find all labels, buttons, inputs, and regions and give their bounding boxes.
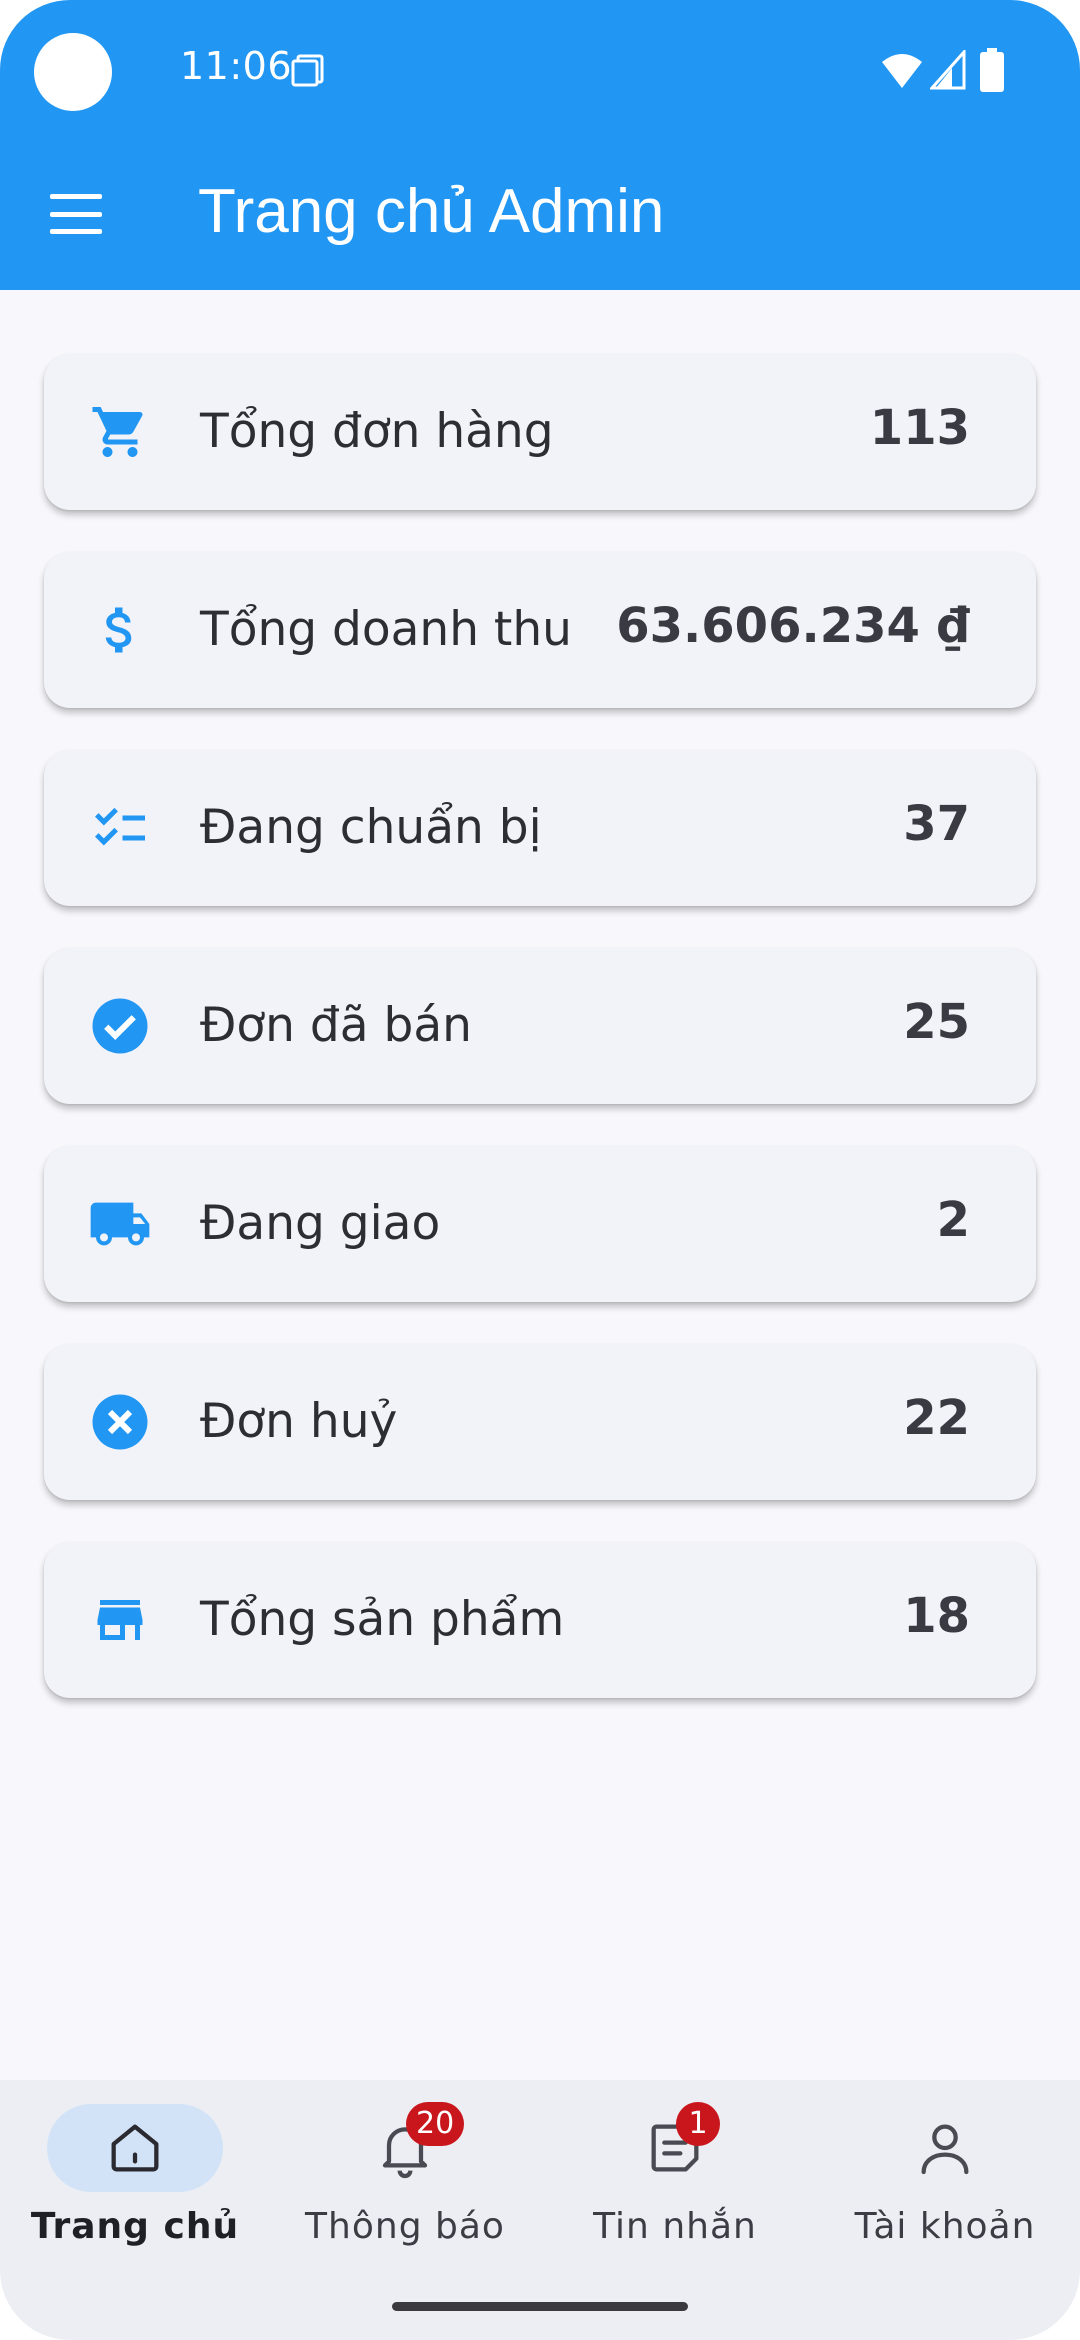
stat-label: Tổng sản phẩm <box>200 1592 565 1647</box>
dollar-icon <box>88 598 152 662</box>
signal-icon <box>930 50 966 90</box>
delivery-truck-icon <box>88 1192 152 1256</box>
nav-icon-container <box>587 2104 763 2192</box>
nav-item-account[interactable]: Tài khoản <box>810 2080 1080 2340</box>
home-indicator-bar[interactable] <box>392 2302 688 2311</box>
stat-card-total-orders[interactable]: Tổng đơn hàng 113 <box>44 354 1036 510</box>
stat-card-total-revenue[interactable]: Tổng doanh thu 63.606.234 ₫ <box>44 552 1036 708</box>
stat-label: Đang giao <box>200 1196 441 1251</box>
stat-card-cancelled[interactable]: Đơn huỷ 22 <box>44 1344 1036 1500</box>
app-screen: 11:06 Trang chủ Admin Tổng đơn hàng 113 … <box>0 0 1080 2340</box>
stat-value: 113 <box>869 400 970 456</box>
stat-label: Đơn đã bán <box>200 998 472 1053</box>
battery-icon <box>980 48 1004 92</box>
nav-icon-container <box>317 2104 493 2192</box>
page-title: Trang chủ Admin <box>198 177 665 246</box>
nav-item-messages[interactable]: 1 Tin nhắn <box>540 2080 810 2340</box>
bottom-navigation: Trang chủ 20 Thông báo 1 Tin nhắn Tài kh… <box>0 2080 1080 2340</box>
stats-list: Tổng đơn hàng 113 Tổng doanh thu 63.606.… <box>44 354 1036 1740</box>
stat-value: 63.606.234 ₫ <box>616 598 970 654</box>
app-bar: 11:06 Trang chủ Admin <box>0 0 1080 290</box>
wifi-icon <box>882 54 922 88</box>
camera-cutout <box>34 33 112 111</box>
stat-card-delivering[interactable]: Đang giao 2 <box>44 1146 1036 1302</box>
stat-value: 37 <box>903 796 970 852</box>
stat-value: 25 <box>903 994 970 1050</box>
nav-label: Tài khoản <box>854 2206 1036 2247</box>
nav-item-notifications[interactable]: 20 Thông báo <box>270 2080 540 2340</box>
nav-icon-container <box>857 2104 1033 2192</box>
store-icon <box>88 1588 152 1652</box>
shopping-cart-icon <box>88 400 152 464</box>
nav-label: Tin nhắn <box>593 2206 757 2247</box>
stat-card-preparing[interactable]: Đang chuẩn bị 37 <box>44 750 1036 906</box>
checklist-icon <box>88 796 152 860</box>
menu-icon-line <box>50 229 102 234</box>
stat-value: 2 <box>936 1192 970 1248</box>
stat-value: 18 <box>903 1588 970 1644</box>
stat-label: Đơn huỷ <box>200 1394 398 1449</box>
stat-label: Tổng đơn hàng <box>200 404 554 459</box>
stat-card-sold[interactable]: Đơn đã bán 25 <box>44 948 1036 1104</box>
stat-value: 22 <box>903 1390 970 1446</box>
check-circle-icon <box>88 994 152 1058</box>
stat-card-total-products[interactable]: Tổng sản phẩm 18 <box>44 1542 1036 1698</box>
menu-button[interactable] <box>44 188 108 240</box>
cancel-circle-icon <box>88 1390 152 1454</box>
stat-label: Tổng doanh thu <box>200 602 572 657</box>
notification-badge: 20 <box>406 2102 465 2146</box>
stat-label: Đang chuẩn bị <box>200 800 542 855</box>
message-badge: 1 <box>676 2102 720 2146</box>
nav-active-indicator <box>47 2104 223 2192</box>
nav-item-home[interactable]: Trang chủ <box>0 2080 270 2340</box>
home-icon <box>111 2124 159 2172</box>
nav-label: Trang chủ <box>30 2206 240 2247</box>
person-icon <box>921 2124 969 2175</box>
nav-label: Thông báo <box>305 2206 505 2247</box>
status-bar: 11:06 <box>0 0 1080 140</box>
status-time: 11:06 <box>180 44 293 88</box>
menu-icon-line <box>50 211 102 217</box>
sim-card-icon <box>291 54 324 87</box>
menu-icon-line <box>50 194 102 199</box>
